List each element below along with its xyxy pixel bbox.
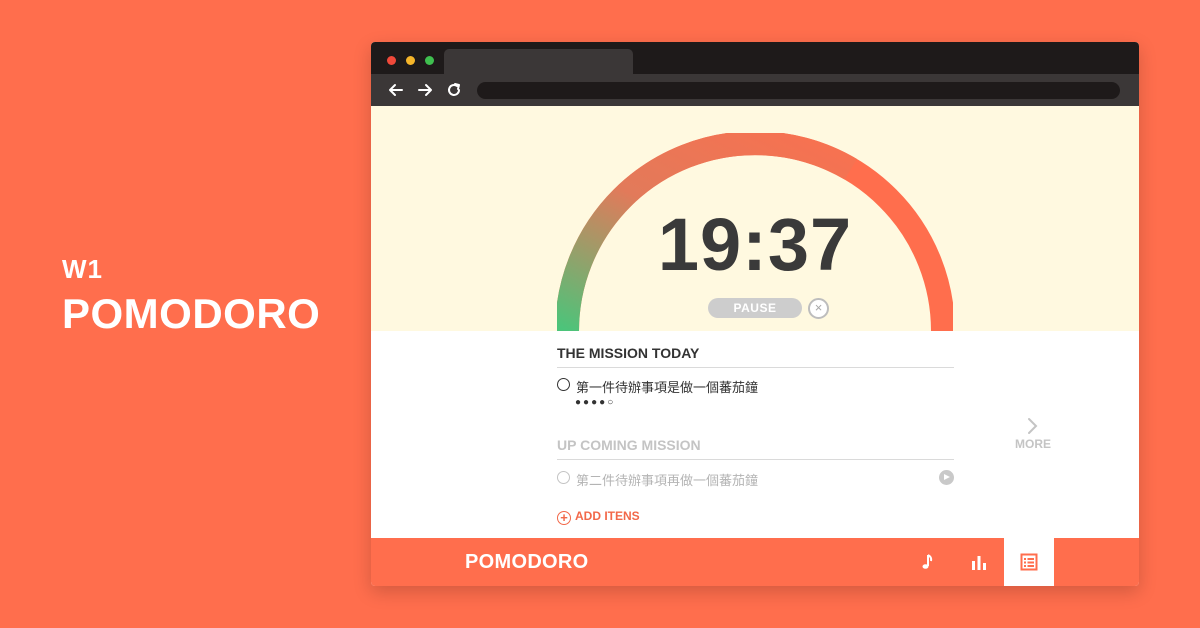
arrow-right-icon[interactable] bbox=[416, 81, 434, 99]
close-window-dot[interactable] bbox=[387, 56, 396, 65]
music-button[interactable] bbox=[903, 538, 953, 586]
address-bar[interactable] bbox=[477, 82, 1120, 99]
bar-chart-icon bbox=[972, 556, 986, 570]
pomodoro-done-dot: ● bbox=[575, 397, 584, 408]
upcoming-heading: UP COMING MISSION bbox=[557, 437, 954, 460]
mission-list: THE MISSION TODAY 第一件待辦事項是做一個蕃茄鐘 ●●●●○ U… bbox=[371, 331, 1139, 538]
stop-button[interactable]: × bbox=[808, 298, 829, 319]
more-button[interactable]: MORE bbox=[1009, 417, 1057, 451]
play-task-button[interactable] bbox=[939, 470, 954, 485]
music-note-icon bbox=[922, 554, 933, 569]
task-label: 第一件待辦事項是做一個蕃茄鐘 bbox=[576, 380, 759, 395]
stats-button[interactable] bbox=[954, 538, 1004, 586]
arrow-left-icon[interactable] bbox=[387, 81, 405, 99]
pause-button[interactable]: PAUSE bbox=[708, 298, 802, 318]
reload-icon[interactable] bbox=[445, 81, 463, 99]
app-footer: POMODORO bbox=[371, 538, 1139, 586]
browser-window: 19:37 PAUSE × THE MISSION TODAY 第一件待辦事項是… bbox=[371, 42, 1139, 586]
pomodoro-pending-dot: ○ bbox=[607, 397, 616, 408]
add-items-label: ADD ITENS bbox=[575, 509, 640, 523]
task-checkbox[interactable] bbox=[557, 378, 570, 391]
pomodoro-count: ●●●●○ bbox=[575, 397, 615, 408]
timer-display: 19:37 bbox=[657, 203, 853, 286]
list-button[interactable] bbox=[1004, 538, 1054, 586]
nav-bar bbox=[371, 74, 1139, 106]
promo-subtitle: W1 bbox=[62, 254, 103, 284]
task-label: 第二件待辦事項再做一個蕃茄鐘 bbox=[576, 473, 759, 488]
minimize-window-dot[interactable] bbox=[406, 56, 415, 65]
pomodoro-done-dot: ● bbox=[599, 397, 608, 408]
timer-panel: 19:37 PAUSE × bbox=[371, 106, 1139, 331]
tab-bar bbox=[371, 42, 1139, 74]
pomodoro-done-dot: ● bbox=[583, 397, 592, 408]
chevron-right-icon bbox=[1028, 418, 1038, 434]
add-items-button[interactable]: + ADD ITENS bbox=[557, 509, 640, 525]
maximize-window-dot[interactable] bbox=[425, 56, 434, 65]
pomodoro-done-dot: ● bbox=[591, 397, 600, 408]
browser-tab[interactable] bbox=[444, 49, 633, 74]
app-brand: POMODORO bbox=[465, 551, 589, 573]
task-checkbox[interactable] bbox=[557, 471, 570, 484]
promo-title: POMODORO bbox=[62, 290, 321, 337]
list-icon bbox=[1020, 553, 1038, 571]
more-label: MORE bbox=[1015, 437, 1051, 451]
plus-circle-icon: + bbox=[557, 511, 571, 525]
today-heading: THE MISSION TODAY bbox=[557, 345, 954, 368]
